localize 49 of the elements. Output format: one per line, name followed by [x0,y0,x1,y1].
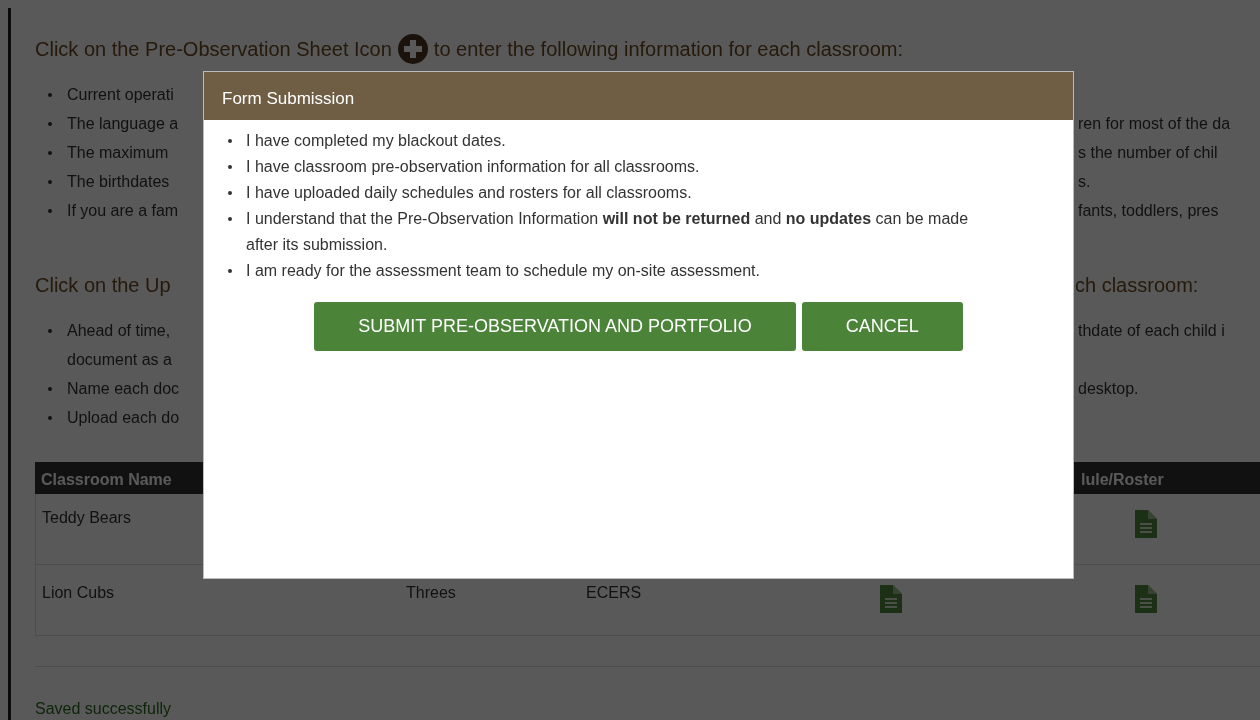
table-cell: ECERS [586,584,642,601]
bullet-icon [48,387,52,391]
instruction-text: s the number of chil [1078,143,1218,163]
section-heading: ch classroom: [1075,273,1199,298]
bullet-icon [48,122,52,126]
bullet-icon [48,209,52,213]
instruction-text: s. [1078,172,1091,192]
bullet-icon [228,217,232,221]
bullet-icon [48,416,52,420]
bullet-icon [228,269,232,273]
plus-icon [397,34,428,64]
confirmation-text: I am ready for the assessment team to schedule my on-site assessment. [246,261,760,281]
instruction-text: Name each doc [67,379,180,399]
document-icon[interactable] [1135,585,1157,613]
bullet-icon [228,191,232,195]
instruction-text: ren for most of the da [1078,114,1231,134]
table-cell: Threes [406,584,456,601]
instruction-text: desktop. [1078,379,1139,399]
document-icon[interactable] [880,585,902,613]
table-cell: Lion Cubs [42,584,115,601]
confirmation-text: I understand that the Pre-Observation Information will not be returned and no updates can be made after its submission. [246,209,970,255]
section-heading: to enter the following information for each classroom: [433,37,903,62]
instruction-text: The birthdates [67,172,170,192]
instruction-text: The language a [67,114,179,134]
status-message: Saved successfully [35,699,173,719]
bullet-icon [228,139,232,143]
confirmation-text: I have completed my blackout dates. [246,131,506,151]
bullet-icon [48,93,52,97]
bullet-icon [48,329,52,333]
column-header: lule/Roster [1075,462,1260,494]
section-heading: Click on the Pre-Observation Sheet Icon [35,37,392,62]
cancel-button[interactable]: CANCEL [801,302,963,351]
table-cell: Teddy Bears [42,509,131,526]
confirmation-text: I have classroom pre-observation information for all classrooms. [246,157,700,177]
bullet-icon [48,151,52,155]
confirmation-text: I have uploaded daily schedules and rosters for all classrooms. [246,183,692,203]
instruction-text: fants, toddlers, pres [1078,201,1219,221]
instruction-text: Upload each do [67,408,180,428]
instruction-text: Ahead of time, [67,321,171,341]
instruction-text: document as a [67,350,172,370]
instruction-text: If you are a fam [67,201,179,221]
instruction-text: The maximum [67,143,169,163]
section-heading: Click on the Up [35,273,171,298]
bullet-icon [48,180,52,184]
bullet-icon [228,165,232,169]
instruction-text: Current operati [67,85,174,105]
submit-button[interactable]: SUBMIT PRE-OBSERVATION AND PORTFOLIO [314,302,796,351]
dialog-title: Form Submission [204,72,1073,120]
document-icon[interactable] [1135,510,1157,538]
